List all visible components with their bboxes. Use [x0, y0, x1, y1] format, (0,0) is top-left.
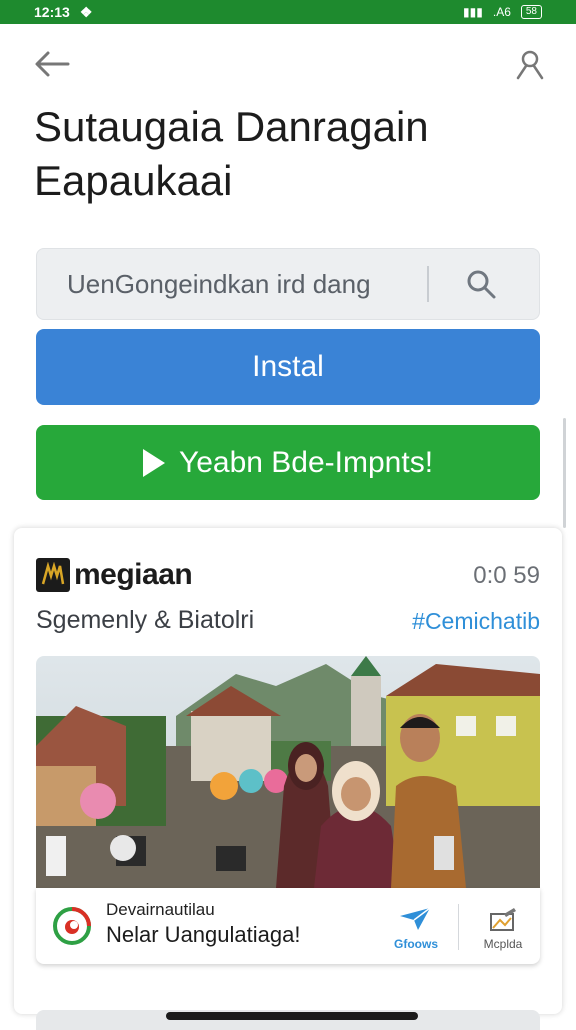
- back-arrow-icon[interactable]: [34, 50, 70, 78]
- app-bar: [0, 24, 576, 104]
- home-indicator[interactable]: [166, 1012, 418, 1020]
- share-button[interactable]: Gfoows: [394, 906, 438, 951]
- signal-icon: ▮▮▮: [463, 5, 483, 19]
- post-footer: Devairnautilau Nelar Uangulatiaga! Gfoow…: [36, 888, 540, 964]
- page-title: Sutaugaia Danragain Eapaukaai: [34, 100, 534, 208]
- status-bar: 12:13 ❖ ▮▮▮ .A6 58: [0, 0, 576, 24]
- media-label: Mcplda: [483, 937, 523, 951]
- brand[interactable]: megiaan: [36, 558, 193, 592]
- post-card: megiaan 0:0 59 Sgemenly & Biatolri #Cemi…: [14, 528, 562, 1014]
- app-badge-icon: [53, 907, 91, 945]
- share-label: Gfoows: [394, 937, 438, 951]
- brand-name: megiaan: [74, 558, 193, 591]
- install-button[interactable]: Instal: [36, 329, 540, 405]
- post-subtitle: Sgemenly & Biatolri: [36, 606, 255, 634]
- play-button-label: Yeabn Bde-Impnts!: [178, 445, 434, 479]
- footer-headline: Nelar Uangulatiaga!: [106, 922, 301, 947]
- search-input[interactable]: UenGongeindkan ird dang: [37, 269, 427, 300]
- search-bar[interactable]: UenGongeindkan ird dang: [36, 248, 540, 320]
- play-icon: [142, 448, 165, 477]
- hashtag-link[interactable]: #Cemichatib: [412, 608, 540, 635]
- profile-icon[interactable]: [514, 48, 546, 80]
- page-title-line2: Eapaukaai: [34, 157, 233, 204]
- page-title-line1: Sutaugaia Danragain: [34, 103, 429, 150]
- post-time: 0:0 59: [473, 562, 540, 589]
- search-divider: [427, 266, 429, 302]
- post-photo[interactable]: [36, 656, 540, 888]
- play-button[interactable]: Yeabn Bde-Impnts!: [36, 425, 540, 500]
- status-time: 12:13: [34, 4, 70, 20]
- notification-icon: ❖: [79, 3, 93, 20]
- battery-indicator: 58: [520, 5, 542, 19]
- brand-logo-icon: [36, 558, 70, 592]
- scrollbar[interactable]: [563, 418, 566, 528]
- image-edit-icon: [490, 908, 516, 931]
- footer-caption: Devairnautilau: [106, 900, 215, 919]
- media-button[interactable]: Mcplda: [480, 906, 526, 951]
- footer-divider: [458, 904, 459, 950]
- village-photo-image: [36, 656, 540, 888]
- install-button-label: Instal: [252, 350, 324, 383]
- search-icon[interactable]: [465, 268, 497, 300]
- paper-plane-icon: [400, 907, 431, 930]
- network-label: .A6: [492, 5, 511, 19]
